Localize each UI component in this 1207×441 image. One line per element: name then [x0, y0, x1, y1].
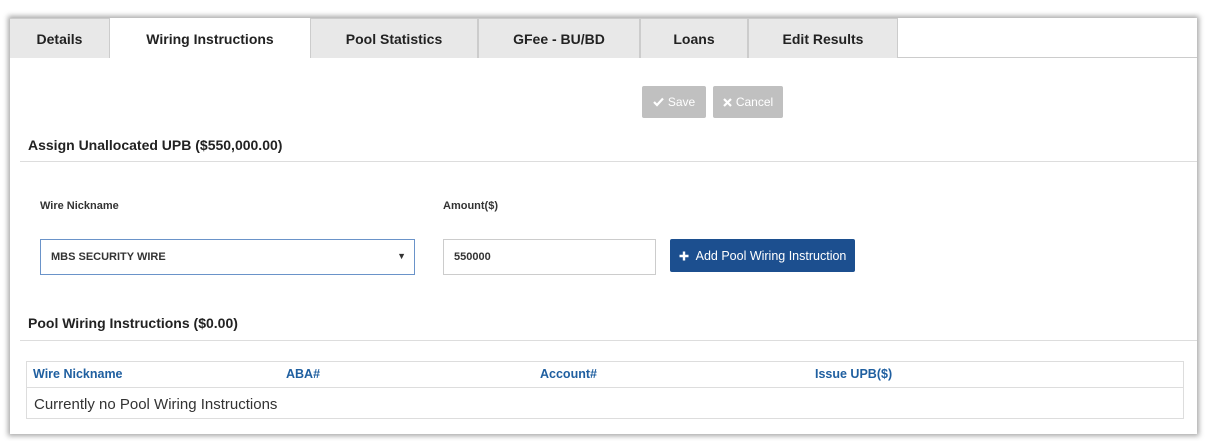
wire-nickname-label: Wire Nickname [40, 200, 119, 212]
tab-edit-results[interactable]: Edit Results [748, 18, 898, 58]
cancel-button[interactable]: Cancel [713, 86, 783, 118]
close-icon [723, 97, 732, 107]
assign-upb-title: Assign Unallocated UPB ($550,000.00) [28, 137, 283, 153]
amount-label: Amount($) [443, 200, 498, 212]
add-pool-wiring-instruction-button[interactable]: Add Pool Wiring Instruction [670, 239, 855, 272]
wire-nickname-select[interactable]: MBS SECURITY WIRE ▼ [40, 239, 415, 275]
tab-pool-statistics[interactable]: Pool Statistics [310, 18, 478, 58]
pool-wiring-table: Wire Nickname ABA# Account# Issue UPB($)… [26, 361, 1184, 419]
column-header-issue-upb[interactable]: Issue UPB($) [815, 367, 892, 381]
wire-nickname-value: MBS SECURITY WIRE [51, 251, 166, 263]
caret-down-icon: ▼ [397, 251, 406, 261]
table-header: Wire Nickname ABA# Account# Issue UPB($) [27, 362, 1183, 388]
column-header-aba[interactable]: ABA# [286, 367, 320, 381]
save-button[interactable]: Save [642, 86, 706, 118]
amount-input[interactable]: 550000 [443, 239, 656, 275]
amount-value: 550000 [454, 251, 491, 263]
divider [20, 340, 1197, 341]
column-header-wire-nickname[interactable]: Wire Nickname [33, 367, 123, 381]
tab-loans[interactable]: Loans [640, 18, 748, 58]
tab-wiring-instructions[interactable]: Wiring Instructions [110, 18, 310, 59]
divider [20, 161, 1197, 162]
app-frame: Details Wiring Instructions Pool Statist… [10, 18, 1197, 434]
tab-bar: Details Wiring Instructions Pool Statist… [10, 18, 1197, 59]
column-header-account[interactable]: Account# [540, 367, 597, 381]
tab-gfee-bu-bd[interactable]: GFee - BU/BD [478, 18, 640, 58]
empty-table-message: Currently no Pool Wiring Instructions [34, 396, 278, 413]
pool-wiring-title: Pool Wiring Instructions ($0.00) [28, 315, 238, 331]
tab-details[interactable]: Details [10, 18, 110, 58]
check-icon [653, 97, 664, 107]
plus-icon [679, 251, 689, 261]
